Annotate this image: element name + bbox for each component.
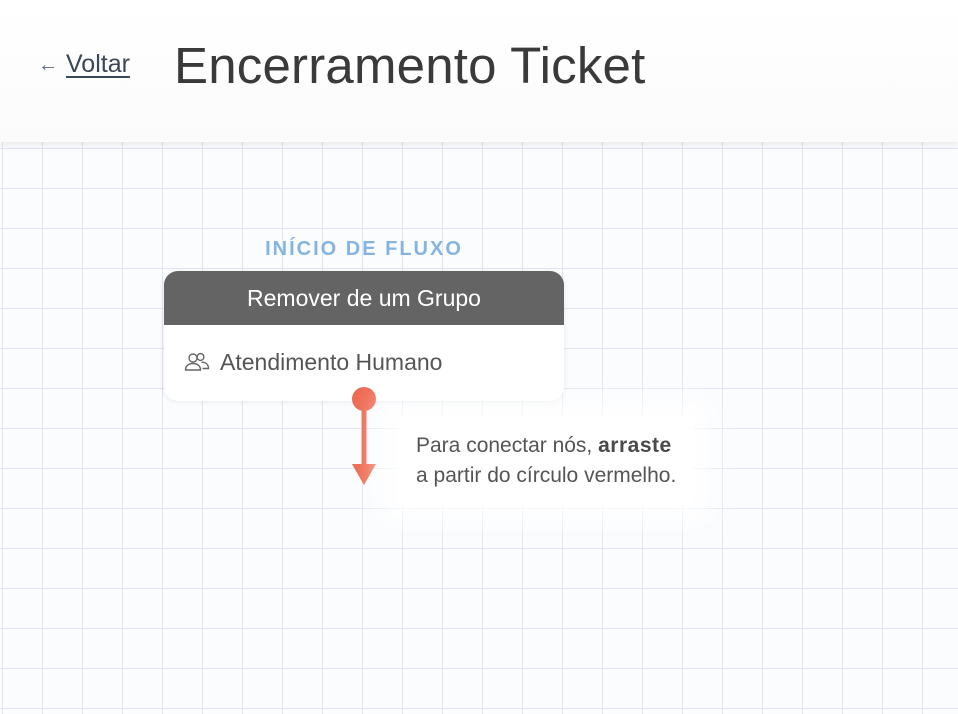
group-name: Atendimento Humano [220, 348, 443, 375]
hint-text: Para conectar nós, [416, 434, 593, 457]
back-label[interactable]: Voltar [66, 50, 130, 79]
page-header: ← Voltar Encerramento Ticket [0, 0, 958, 142]
flow-canvas[interactable]: INÍCIO DE FLUXO Remover de um Grupo Aten… [0, 142, 958, 714]
hint-emphasis: arraste [598, 434, 672, 457]
hint-line-1: Para conectar nós, arraste [416, 431, 676, 461]
back-button[interactable]: ← Voltar [38, 50, 130, 79]
flow-node[interactable]: Remover de um Grupo Atendimento Humano [164, 271, 564, 401]
users-icon [184, 351, 210, 373]
flow-start-label: INÍCIO DE FLUXO [265, 238, 463, 260]
connector-arrow [352, 408, 376, 485]
node-title: Remover de um Grupo [247, 284, 481, 311]
hint-line-2: a partir do círculo vermelho. [416, 464, 677, 487]
connect-hint: Para conectar nós, arraste a partir do c… [398, 417, 695, 505]
page-title: Encerramento Ticket [174, 37, 646, 94]
arrow-left-icon: ← [38, 53, 58, 76]
node-header[interactable]: Remover de um Grupo [164, 271, 564, 325]
